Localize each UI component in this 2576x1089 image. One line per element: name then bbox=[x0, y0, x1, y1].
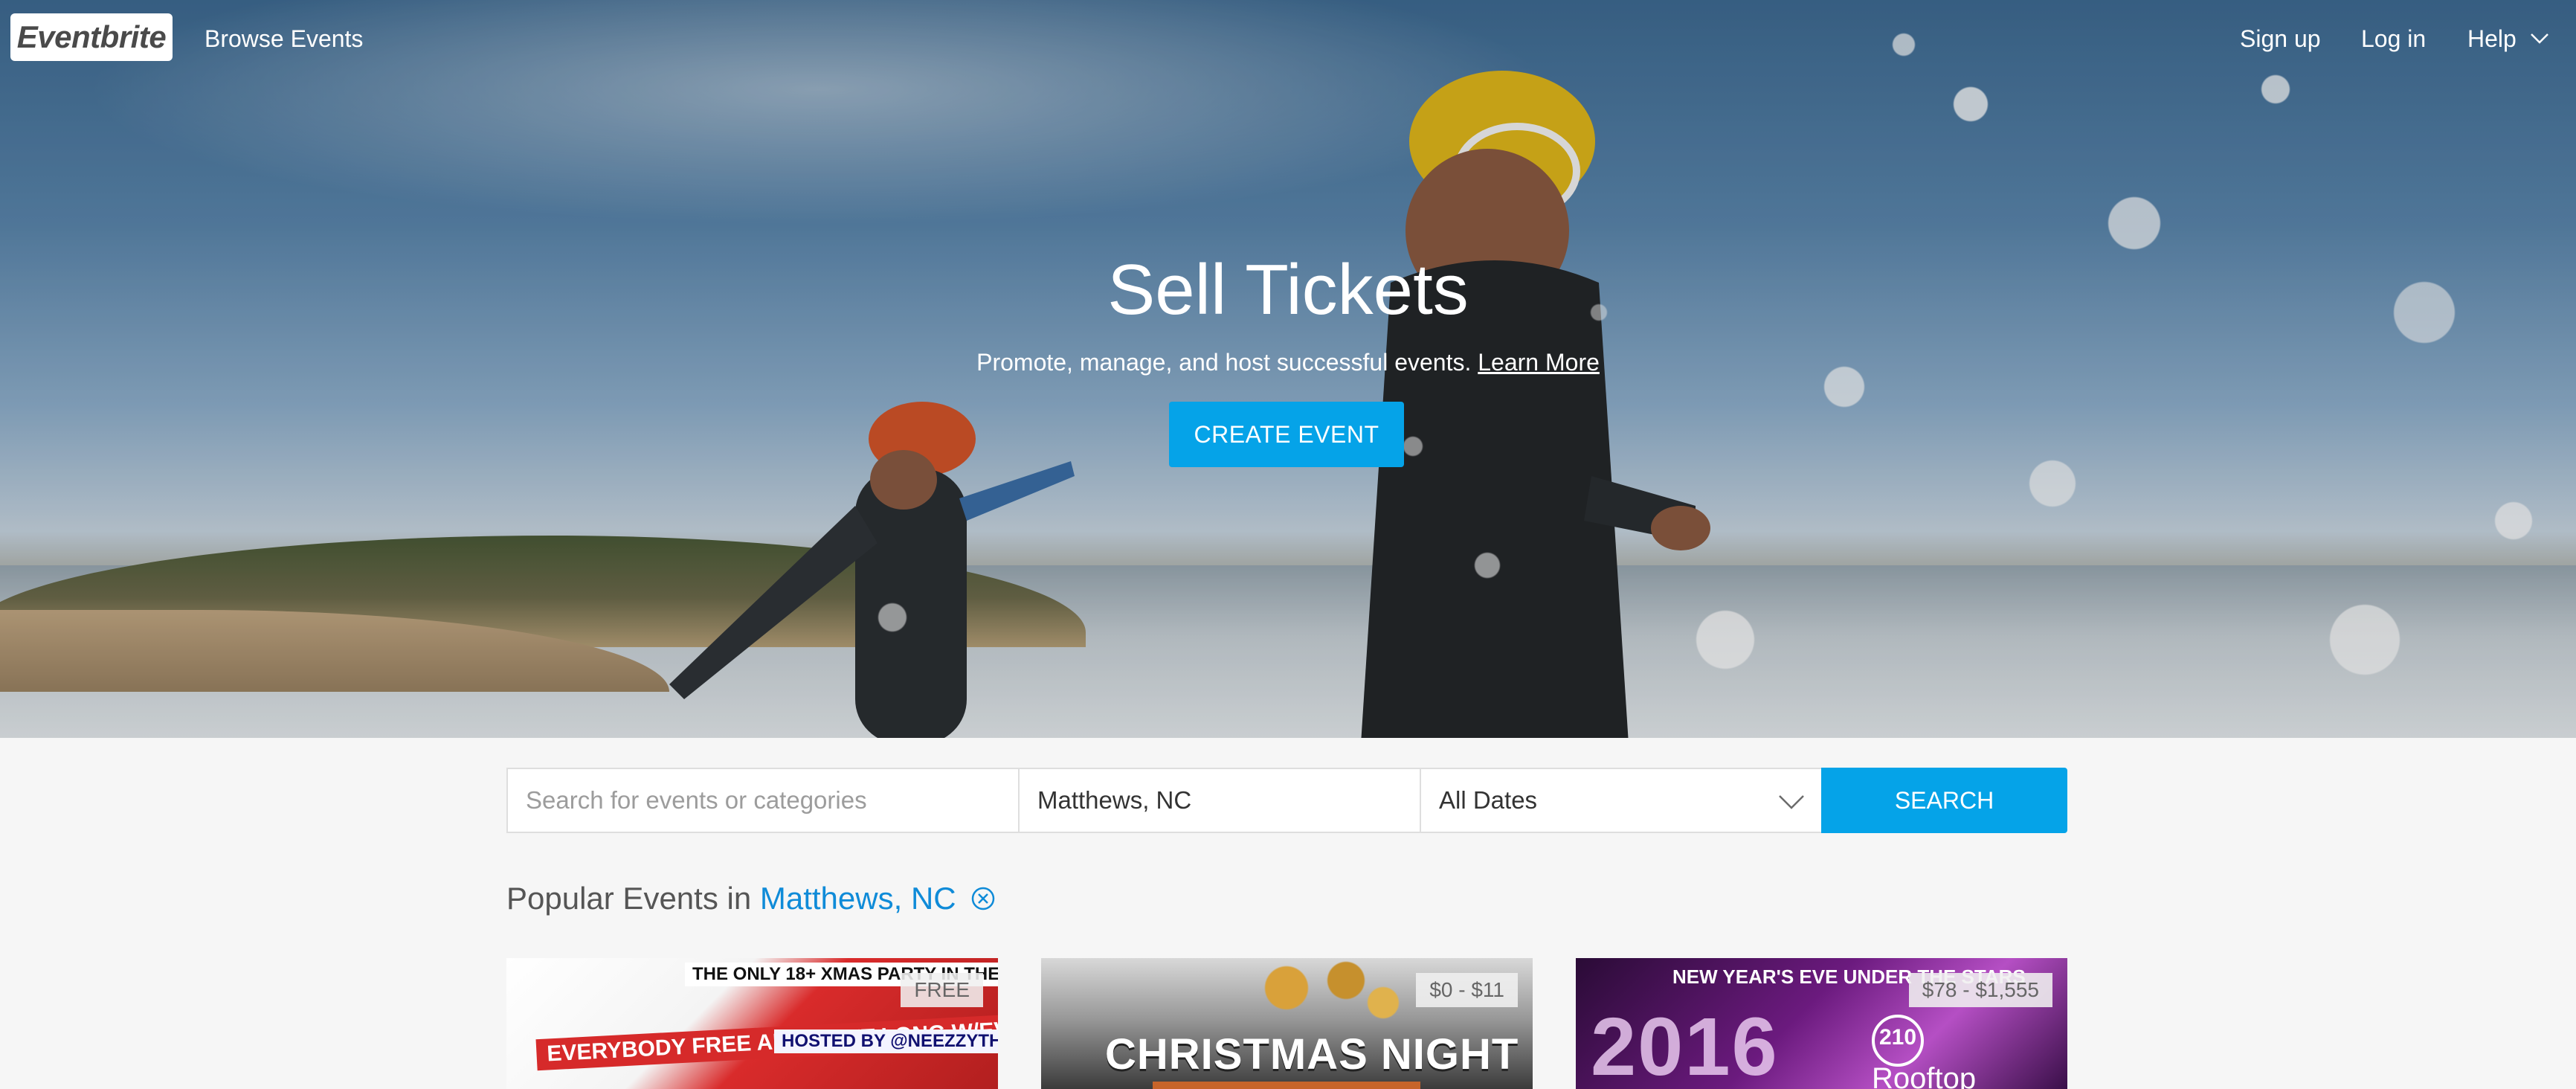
close-circle-icon[interactable] bbox=[970, 886, 996, 911]
popular-prefix: Popular Events in bbox=[506, 881, 752, 916]
poster-text: 2016 bbox=[1591, 1001, 1779, 1089]
search-input[interactable] bbox=[506, 768, 1020, 833]
popular-city-link[interactable]: Matthews, NC bbox=[760, 881, 956, 916]
event-card[interactable]: CHRISTMAS NIGHT $0 - $11 bbox=[1041, 958, 1533, 1089]
ornaments-image bbox=[1257, 958, 1405, 1025]
search-button[interactable]: SEARCH bbox=[1821, 768, 2067, 833]
browse-events-link[interactable]: Browse Events bbox=[205, 24, 363, 54]
log-in-link[interactable]: Log in bbox=[2361, 24, 2426, 54]
event-card[interactable]: THE ONLY 18+ XMAS PARTY IN THE CITY THAT… bbox=[506, 958, 998, 1089]
learn-more-link[interactable]: Learn More bbox=[1478, 349, 1600, 376]
date-select[interactable]: All Dates bbox=[1420, 768, 1823, 833]
poster-text: CHRISTMAS NIGHT bbox=[1105, 1030, 1519, 1079]
price-badge: $78 - $1,555 bbox=[1908, 973, 2052, 1007]
chevron-down-icon bbox=[1779, 795, 1804, 809]
price-badge: $0 - $11 bbox=[1416, 973, 1518, 1007]
help-menu[interactable]: Help bbox=[2467, 24, 2517, 54]
price-badge: FREE bbox=[901, 973, 983, 1007]
poster-text: Rooftop bbox=[1872, 1062, 1977, 1089]
create-event-button[interactable]: CREATE EVENT bbox=[1169, 402, 1404, 467]
poster-text: 210 bbox=[1879, 1025, 1917, 1050]
sign-up-link[interactable]: Sign up bbox=[2240, 24, 2321, 54]
event-search-bar: Matthews, NC All Dates SEARCH bbox=[506, 768, 2067, 833]
popular-events-heading: Popular Events in Matthews, NC bbox=[506, 879, 996, 918]
top-nav: Eventbrite Browse Events Sign up Log in … bbox=[0, 0, 2576, 80]
hero-subtitle: Promote, manage, and host successful eve… bbox=[0, 347, 2576, 378]
poster-banner bbox=[1153, 1082, 1420, 1089]
event-card[interactable]: NEW YEAR'S EVE UNDER THE STARS 2016 210 … bbox=[1576, 958, 2067, 1089]
location-field[interactable]: Matthews, NC bbox=[1018, 768, 1421, 833]
chevron-down-icon[interactable] bbox=[2530, 28, 2549, 48]
poster-text: HOSTED BY @NEEZZYTHEGREAT +@KASHDAGOD bbox=[774, 1029, 998, 1053]
hero-banner: Sell Tickets Promote, manage, and host s… bbox=[0, 0, 2576, 738]
date-select-value: All Dates bbox=[1439, 786, 1538, 814]
eventbrite-logo[interactable]: Eventbrite bbox=[10, 13, 173, 61]
hero-subtitle-text: Promote, manage, and host successful eve… bbox=[976, 349, 1472, 376]
hero-title: Sell Tickets bbox=[1107, 250, 1469, 330]
